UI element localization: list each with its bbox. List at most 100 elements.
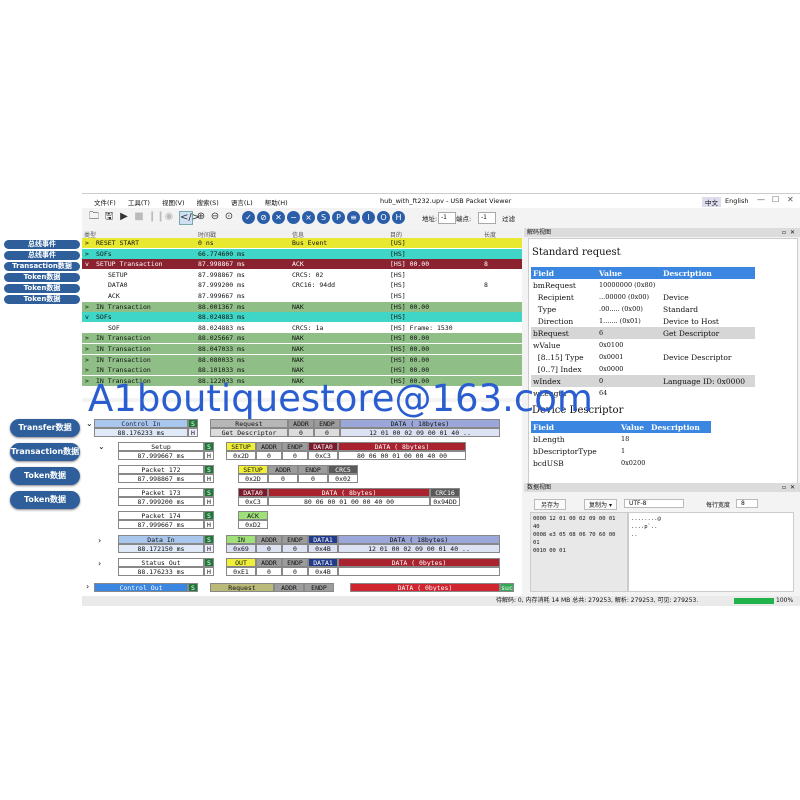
menu-view[interactable]: 视图(V) <box>162 199 185 207</box>
row-expander-icon[interactable]: v <box>85 259 89 269</box>
filter-out-icon[interactable]: O <box>377 211 390 224</box>
row-expander-icon[interactable]: > <box>85 365 89 375</box>
lang-english-button[interactable]: English <box>725 197 748 205</box>
filter-hub-icon[interactable]: H <box>392 211 405 224</box>
hex-offset: 0008 <box>533 532 547 538</box>
event-row[interactable]: v SETUP Transaction 87.998867 ms ACK [HS] 00… <box>82 259 522 270</box>
row-expander-icon[interactable]: > <box>85 344 89 354</box>
packet-172-label[interactable]: Packet 172 <box>118 465 204 474</box>
data-pane-pin-icon[interactable]: ▫ <box>782 483 786 492</box>
filter-setup-icon[interactable]: S <box>317 211 330 224</box>
row-expander-icon[interactable]: > <box>85 238 89 248</box>
expand-setup-icon[interactable]: ⌄ <box>98 442 105 451</box>
pause-icon[interactable]: ❙❙ <box>148 211 165 223</box>
expand-control-in-icon[interactable]: ⌄ <box>86 419 93 428</box>
zoom-out-icon[interactable]: ⊖ <box>209 211 221 223</box>
decode-row[interactable]: wValue 0x0100 <box>531 339 755 351</box>
data-pane-close-icon[interactable]: ✕ <box>790 483 795 492</box>
event-row[interactable]: v SOFs 88.024883 ms [HS] <box>82 312 522 323</box>
filter-nyet-icon[interactable]: ✕ <box>272 211 285 224</box>
filter-label[interactable]: 过滤 <box>502 213 515 223</box>
data-pane-title: 数据视图 <box>527 484 552 491</box>
decode-pane-title: 解码视图 <box>527 229 552 236</box>
decode-row[interactable]: bcdUSB 0x0200 <box>531 457 711 469</box>
decode-row[interactable]: [8..15] Type 0x0001 Device Descriptor <box>531 351 755 363</box>
data-in-label[interactable]: Data In <box>118 535 204 544</box>
event-row[interactable]: > IN Transaction 88.001367 ms NAK [HS] 00.00 <box>82 301 522 312</box>
row-expander-icon[interactable]: > <box>85 355 89 365</box>
event-row[interactable]: > SOFs 66.774600 ms [HS] <box>82 248 522 259</box>
lang-chinese-button[interactable]: 中文 <box>702 197 721 207</box>
menu-language[interactable]: 语言(L) <box>231 199 253 207</box>
decode-row[interactable]: Recipient ...00000 (0x00) Device <box>531 291 755 303</box>
event-row[interactable]: SOF 88.024883 ms CRC5: 1a [HS] Frame: 1530 <box>82 322 522 333</box>
event-row[interactable]: DATA0 87.999200 ms CRC16: 94dd [HS] 8 <box>82 280 522 291</box>
event-row[interactable]: ACK 87.999667 ms [HS] <box>82 291 522 301</box>
decode-row[interactable]: bRequest 6 Get Descriptor <box>531 327 755 339</box>
event-row[interactable]: SETUP 87.998867 ms CRC5: 02 [HS] <box>82 269 522 280</box>
setup-label[interactable]: Setup <box>118 442 204 451</box>
save-icon[interactable]: 🖫 <box>103 211 115 223</box>
decode-row[interactable]: bmRequest 10000000 (0x80) <box>531 279 755 291</box>
address-input[interactable]: -1 <box>438 212 456 224</box>
expand-data-in-icon[interactable]: › <box>98 536 101 545</box>
row-type: IN Transaction <box>96 334 151 343</box>
zoom-fit-icon[interactable]: ⊙ <box>223 211 235 223</box>
save-as-button[interactable]: 另存为 <box>534 499 567 510</box>
hex-view[interactable]: 0000 12 01 00 02 09 00 01 40 0008 e3 05 08 … <box>530 512 628 592</box>
event-row[interactable]: > IN Transaction 88.047033 ms NAK [HS] 00.00 <box>82 344 522 354</box>
decode-row[interactable]: bDescriptorType 1 <box>531 445 711 457</box>
hex-row: 0000 12 01 00 02 09 00 01 40 <box>533 515 625 531</box>
decode-row[interactable]: Type .00..... (0x00) Standard <box>531 303 755 315</box>
minimize-icon[interactable]: — <box>757 195 765 204</box>
menu-search[interactable]: 搜索(S) <box>197 199 219 207</box>
ascii-view[interactable]: ........@ ....p`.... <box>628 512 794 592</box>
control-in-label[interactable]: Control In <box>94 419 188 428</box>
row-width-select[interactable]: 8 <box>736 499 758 508</box>
expand-status-out-icon[interactable]: › <box>98 559 101 568</box>
decode-row[interactable]: Direction 1....... (0x01) Device to Host <box>531 315 755 327</box>
menu-help[interactable]: 帮助(H) <box>265 199 288 207</box>
record-icon[interactable]: ◉ <box>163 211 175 223</box>
status-out-label[interactable]: Status Out <box>118 558 204 567</box>
packet-174-label[interactable]: Packet 174 <box>118 511 204 520</box>
decode-row[interactable]: bLength 18 <box>531 433 711 445</box>
decode-row[interactable]: [0..7] Index 0x0000 <box>531 363 755 375</box>
copy-as-dropdown[interactable]: 复制为 ▾ <box>584 499 617 510</box>
status-out-time: 88.176233 ms <box>118 567 204 576</box>
row-expander-icon[interactable]: > <box>85 249 89 259</box>
event-row[interactable]: > IN Transaction 88.101033 ms NAK [HS] 00.00 <box>82 365 522 376</box>
endpoint-input[interactable]: -1 <box>478 212 496 224</box>
open-folder-icon[interactable]: 🗀 <box>88 211 100 223</box>
menu-file[interactable]: 文件(F) <box>94 199 116 207</box>
control-in-data-header: DATA ( 18bytes) <box>340 419 500 428</box>
filter-ping-icon[interactable]: P <box>332 211 345 224</box>
pane-close-icon[interactable]: ✕ <box>790 228 795 237</box>
row-expander-icon[interactable]: > <box>85 333 89 343</box>
event-row[interactable]: > RESET START 0 ns Bus Event [US] <box>82 238 522 248</box>
filter-ack-icon[interactable]: ✓ <box>242 211 255 224</box>
pane-pin-icon[interactable]: ▫ <box>782 228 786 237</box>
zoom-in-icon[interactable]: ⊕ <box>195 211 207 223</box>
menu-tools[interactable]: 工具(T) <box>128 199 150 207</box>
maximize-icon[interactable]: ☐ <box>772 195 779 204</box>
packet-173-label[interactable]: Packet 173 <box>118 488 204 497</box>
row-expander-icon[interactable]: v <box>85 312 89 322</box>
filter-stall-icon[interactable]: − <box>287 211 300 224</box>
row-timestamp: 87.998867 ms <box>198 270 245 279</box>
row-expander-icon[interactable]: > <box>85 302 89 312</box>
stop-icon[interactable]: ■ <box>133 211 145 223</box>
control-out-label[interactable]: Control Out <box>94 583 188 592</box>
event-row[interactable]: > IN Transaction 88.025667 ms NAK [HS] 00.00 <box>82 333 522 344</box>
expand-control-out-icon[interactable]: › <box>86 582 89 591</box>
filter-in-icon[interactable]: I <box>362 211 375 224</box>
code-view-icon[interactable]: </> <box>179 211 200 225</box>
encoding-select[interactable]: UTF-8 <box>624 499 684 508</box>
filter-sof-icon[interactable]: ≡ <box>347 211 360 224</box>
event-row[interactable]: > IN Transaction 88.080033 ms NAK [HS] 00.00 <box>82 354 522 365</box>
filter-nak-icon[interactable]: ⊘ <box>257 211 270 224</box>
close-icon[interactable]: ✕ <box>787 195 794 204</box>
filter-error-icon[interactable]: × <box>302 211 315 224</box>
row-destination: [HS] Frame: 1530 <box>390 323 453 332</box>
play-icon[interactable]: ▶ <box>118 211 130 223</box>
